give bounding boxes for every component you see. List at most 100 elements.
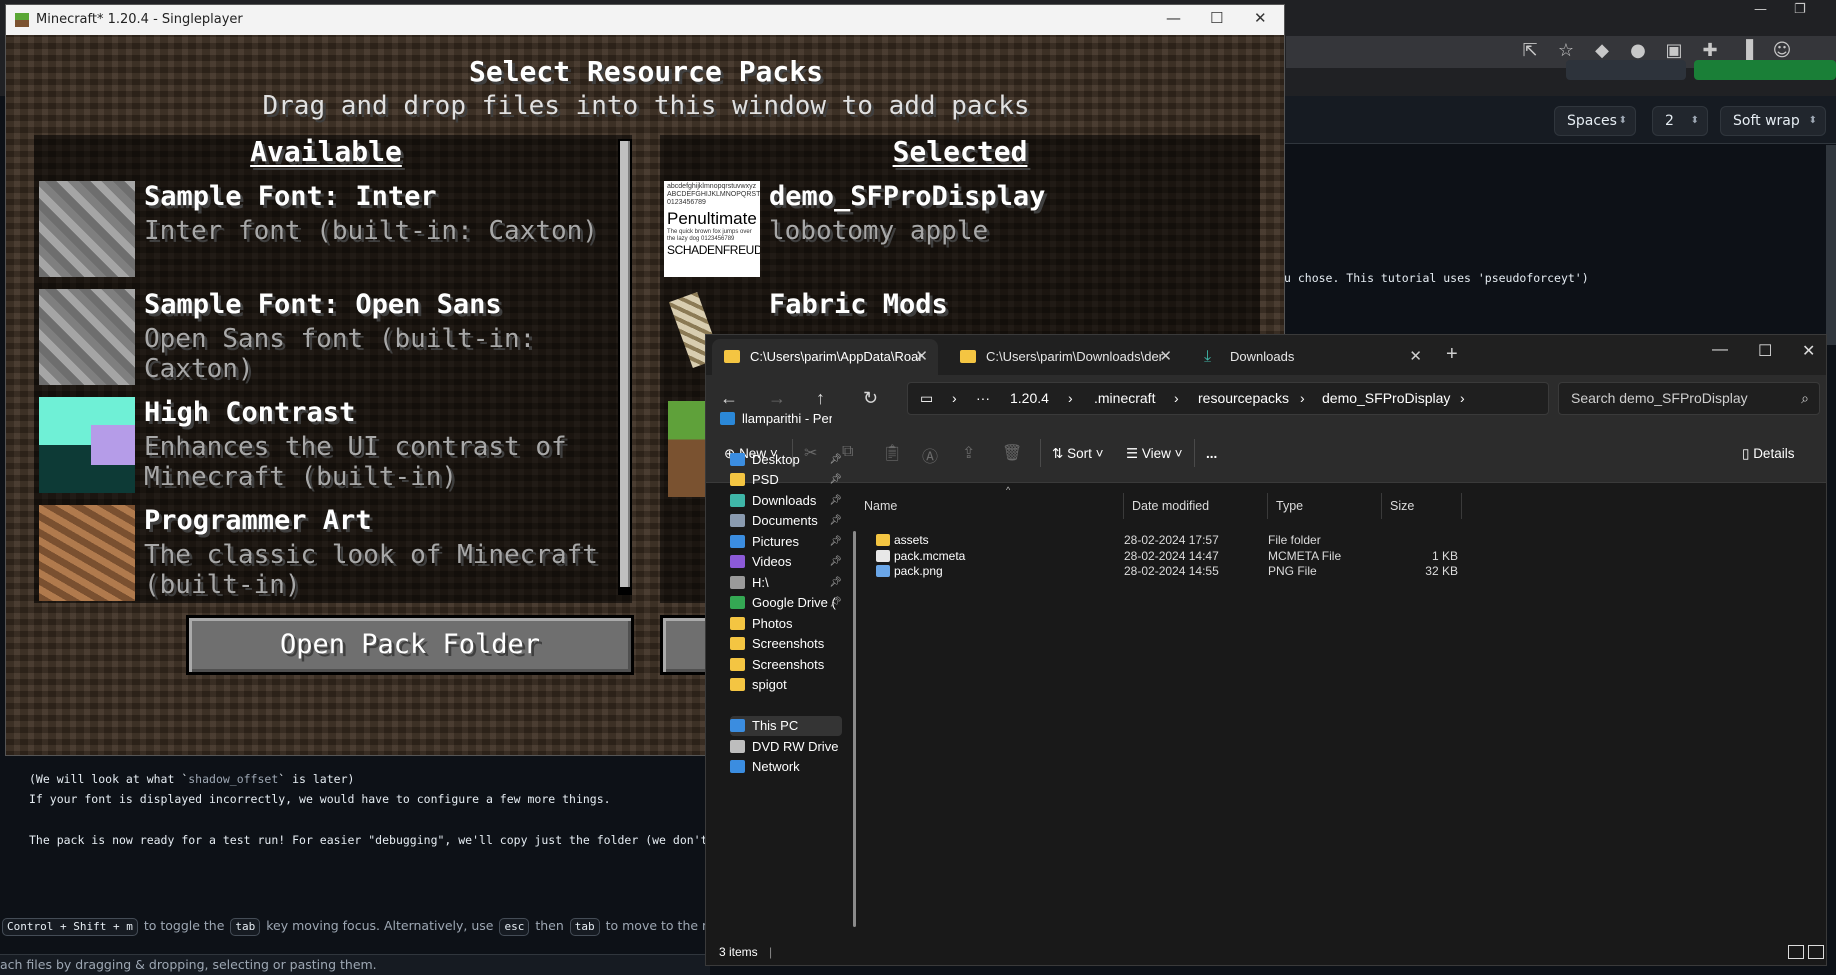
- paste-icon[interactable]: 📋︎: [882, 443, 902, 463]
- attach-files-hint[interactable]: ach files by dragging & dropping, select…: [0, 954, 710, 975]
- explorer-tab[interactable]: ⤓ Downloads ✕: [1192, 339, 1432, 375]
- sidebar-item[interactable]: spigot: [730, 675, 842, 695]
- maximize-icon[interactable]: ☐: [1210, 9, 1223, 27]
- explorer-tab-strip: C:\Users\parim\AppData\Roar ✕ C:\Users\p…: [706, 335, 1826, 375]
- delete-icon[interactable]: 🗑︎: [1002, 443, 1022, 463]
- available-scrollbar-thumb[interactable]: [620, 141, 630, 587]
- sidebar-item[interactable]: Pictures 📌︎: [730, 532, 842, 552]
- sort-button[interactable]: ⇅ Sort ˅: [1052, 446, 1103, 462]
- close-icon[interactable]: ✕: [1254, 9, 1267, 27]
- file-row[interactable]: pack.png 28-02-2024 14:55 PNG File 32 KB: [856, 562, 1826, 580]
- minimize-icon[interactable]: —: [1712, 341, 1728, 359]
- nav-pane-scrollbar[interactable]: [853, 531, 856, 927]
- open-pack-folder-button[interactable]: Open Pack Folder: [186, 615, 634, 675]
- pin-icon[interactable]: 📌︎: [829, 593, 842, 613]
- editor-scrollbar[interactable]: [1826, 145, 1836, 345]
- sidebar-item[interactable]: Photos: [730, 614, 842, 634]
- details-view-icon[interactable]: [1788, 945, 1804, 959]
- sidebar-item[interactable]: Google Drive (📌︎: [730, 593, 842, 613]
- forward-arrow-icon[interactable]: →: [768, 388, 786, 409]
- sidebar-item[interactable]: Screenshots: [730, 634, 842, 654]
- minecraft-titlebar[interactable]: Minecraft* 1.20.4 - Singleplayer — ☐ ✕: [6, 5, 1284, 35]
- pack-name[interactable]: demo_SFProDisplay: [769, 181, 1045, 212]
- pin-icon[interactable]: 📌︎: [829, 532, 842, 552]
- new-tab-icon[interactable]: +: [1446, 343, 1458, 366]
- sidebar-icon[interactable]: ▐: [1736, 40, 1756, 61]
- back-arrow-icon[interactable]: ←: [720, 388, 738, 409]
- close-tab-icon[interactable]: ✕: [915, 339, 928, 375]
- open-external-icon[interactable]: ⇱: [1520, 40, 1540, 61]
- download-icon: ⤓: [1204, 348, 1212, 365]
- view-button[interactable]: ☰ View ˅: [1126, 446, 1183, 462]
- sidebar-item[interactable]: DVD RW Drive (D:: [730, 737, 842, 757]
- up-arrow-icon[interactable]: ↑: [816, 388, 825, 409]
- close-icon[interactable]: ✕: [1802, 341, 1815, 361]
- column-header-name[interactable]: Name: [856, 493, 1124, 519]
- column-header-type[interactable]: Type: [1268, 493, 1382, 519]
- sidebar-item[interactable]: Videos 📌︎: [730, 552, 842, 572]
- close-tab-icon[interactable]: ✕: [1159, 339, 1172, 375]
- minimize-icon[interactable]: —: [1166, 9, 1181, 27]
- pack-name[interactable]: Sample Font: Open Sans: [144, 289, 502, 320]
- more-options-icon[interactable]: ...: [1206, 446, 1217, 461]
- wrap-mode-select[interactable]: Soft wrap ⬍: [1720, 106, 1826, 136]
- extension-icon-1[interactable]: ◆: [1592, 40, 1612, 61]
- column-header-size[interactable]: Size: [1382, 493, 1462, 519]
- pack-name[interactable]: High Contrast: [144, 397, 355, 428]
- extensions-puzzle-icon[interactable]: ✚: [1700, 40, 1720, 61]
- close-tab-icon[interactable]: ✕: [1409, 339, 1422, 375]
- sidebar-item[interactable]: Desktop 📌︎: [730, 450, 842, 470]
- breadcrumb-item[interactable]: demo_SFProDisplay: [1322, 383, 1450, 414]
- chevron-right-icon[interactable]: ›: [952, 383, 957, 414]
- indent-mode-select[interactable]: Spaces ⬍: [1554, 106, 1636, 136]
- chevron-right-icon[interactable]: ›: [1174, 383, 1179, 414]
- search-input[interactable]: Search demo_SFProDisplay ⌕: [1558, 382, 1820, 415]
- chevron-right-icon[interactable]: ›: [1460, 383, 1465, 414]
- extension-icon-2[interactable]: ●: [1628, 40, 1648, 61]
- breadcrumb-item[interactable]: resourcepacks: [1198, 383, 1289, 414]
- tiles-view-icon[interactable]: [1808, 945, 1824, 959]
- editor-secondary-button[interactable]: [1566, 60, 1686, 80]
- indent-size-select[interactable]: 2 ⬍: [1652, 106, 1708, 136]
- sidebar-item[interactable]: Downloads 📌︎: [730, 491, 842, 511]
- maximize-icon[interactable]: ☐: [1758, 341, 1772, 361]
- rename-icon[interactable]: Ⓐ: [922, 443, 938, 467]
- code-editor[interactable]: [1284, 145, 1836, 331]
- browser-restore-icon[interactable]: ❐: [1794, 2, 1806, 17]
- extension-icon-3[interactable]: ▣: [1664, 40, 1684, 61]
- file-explorer-window[interactable]: C:\Users\parim\AppData\Roar ✕ C:\Users\p…: [705, 334, 1827, 966]
- chevron-right-icon[interactable]: ›: [1068, 383, 1073, 414]
- address-bar[interactable]: ▭ › ··· 1.20.4 › .minecraft › resourcepa…: [907, 382, 1549, 415]
- details-pane-button[interactable]: ▯ Details: [1742, 446, 1794, 462]
- browser-minimize-icon[interactable]: —: [1754, 2, 1767, 17]
- copy-icon[interactable]: ⧉: [842, 443, 853, 461]
- pin-icon[interactable]: 📌︎: [829, 552, 842, 572]
- profile-avatar-icon[interactable]: ☺: [1772, 40, 1792, 61]
- editor-primary-button[interactable]: [1694, 60, 1836, 80]
- sidebar-item[interactable]: Screenshots: [730, 655, 842, 675]
- pin-icon[interactable]: 📌︎: [829, 450, 842, 470]
- chevron-right-icon[interactable]: ›: [1300, 383, 1305, 414]
- pin-icon[interactable]: 📌︎: [829, 491, 842, 511]
- pin-icon[interactable]: 📌︎: [829, 511, 842, 531]
- bookmark-star-icon[interactable]: ☆: [1556, 40, 1576, 61]
- share-icon[interactable]: ⇪: [962, 443, 975, 463]
- pack-name[interactable]: Programmer Art: [144, 505, 372, 536]
- sidebar-item[interactable]: Network: [730, 757, 842, 777]
- refresh-icon[interactable]: ↻: [863, 388, 878, 409]
- explorer-tab[interactable]: C:\Users\parim\AppData\Roar ✕: [712, 339, 938, 375]
- sidebar-item[interactable]: This PC: [730, 716, 842, 736]
- breadcrumb-item[interactable]: 1.20.4: [1010, 383, 1049, 414]
- sidebar-item[interactable]: Documents 📌︎: [730, 511, 842, 531]
- explorer-tab[interactable]: C:\Users\parim\Downloads\der ✕: [948, 339, 1182, 375]
- pin-icon[interactable]: 📌︎: [829, 470, 842, 490]
- breadcrumb-item[interactable]: .minecraft: [1094, 383, 1155, 414]
- pin-icon[interactable]: 📌︎: [829, 573, 842, 593]
- column-header-date[interactable]: Date modified: [1124, 493, 1268, 519]
- pack-name[interactable]: Fabric Mods: [769, 289, 948, 320]
- sidebar-item[interactable]: H:\ 📌︎: [730, 573, 842, 593]
- pack-name[interactable]: Sample Font: Inter: [144, 181, 437, 212]
- sidebar-item[interactable]: llamparithi - Perso: [720, 409, 832, 429]
- more-locations-icon[interactable]: ···: [976, 383, 990, 414]
- sidebar-item[interactable]: PSD 📌︎: [730, 470, 842, 490]
